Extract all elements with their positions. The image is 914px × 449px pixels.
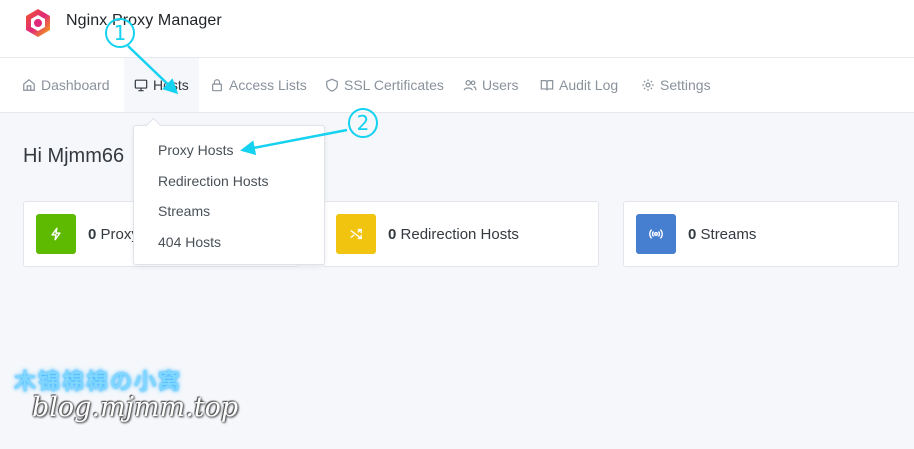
watermark-url: blog.mjmm.top	[32, 392, 239, 423]
streams-card[interactable]: 0 Streams	[623, 201, 899, 267]
nav-users[interactable]: Users	[463, 58, 519, 112]
proxy-hosts-card-text: 0 Proxy	[88, 226, 139, 243]
nav-dashboard-label: Dashboard	[41, 77, 110, 93]
nav-audit-log-label: Audit Log	[559, 77, 619, 93]
book-icon	[540, 80, 554, 91]
proxy-hosts-card-icon	[36, 214, 76, 254]
shield-icon	[326, 78, 338, 92]
nav-users-label: Users	[482, 77, 519, 93]
nav-ssl-certificates-label: SSL Certificates	[344, 77, 444, 93]
shuffle-icon	[350, 228, 362, 240]
hexagon-logo-icon[interactable]	[24, 8, 52, 38]
nav-dashboard[interactable]: Dashboard	[22, 58, 110, 112]
nav-settings-label: Settings	[660, 77, 711, 93]
redirection-hosts-card[interactable]: 0 Redirection Hosts	[323, 201, 599, 267]
hosts-dropdown-menu: Proxy Hosts Redirection Hosts Streams 40…	[133, 125, 325, 265]
nav-hosts-label: Hosts	[153, 76, 189, 93]
menu-item-streams[interactable]: Streams	[158, 203, 210, 219]
nav-settings[interactable]: Settings	[641, 58, 711, 112]
proxy-hosts-count: 0	[88, 226, 97, 243]
streams-card-text: 0 Streams	[688, 226, 756, 243]
nav-access-lists[interactable]: Access Lists	[210, 58, 307, 112]
streams-label: Streams	[700, 226, 757, 243]
streams-count: 0	[688, 226, 697, 243]
nav-access-lists-label: Access Lists	[229, 77, 307, 93]
redirection-hosts-card-icon	[336, 214, 376, 254]
monitor-icon	[134, 79, 148, 91]
nav-hosts[interactable]: Hosts	[124, 58, 199, 112]
menu-item-404-hosts[interactable]: 404 Hosts	[158, 234, 221, 250]
step-2-badge: 2	[348, 108, 378, 138]
home-icon	[23, 78, 35, 91]
lock-icon	[212, 79, 222, 92]
greeting-heading: Hi Mjmm66	[23, 145, 125, 167]
redirection-hosts-card-text: 0 Redirection Hosts	[388, 226, 519, 243]
nav-ssl-certificates[interactable]: SSL Certificates	[325, 58, 444, 112]
menu-item-redirection-hosts[interactable]: Redirection Hosts	[158, 173, 269, 189]
redirection-hosts-label: Redirection Hosts	[400, 226, 519, 243]
step-1-badge: 1	[105, 18, 135, 48]
main-nav: Dashboard Hosts Access Lists SSL Certifi…	[0, 58, 914, 113]
streams-card-icon	[636, 214, 676, 254]
lightning-icon	[51, 227, 61, 241]
radio-icon	[649, 229, 663, 239]
gear-icon	[642, 79, 654, 91]
nav-audit-log[interactable]: Audit Log	[540, 58, 618, 112]
users-icon	[463, 80, 477, 91]
app-header: Nginx Proxy Manager	[0, 0, 914, 58]
redirection-hosts-count: 0	[388, 226, 397, 243]
menu-item-proxy-hosts[interactable]: Proxy Hosts	[158, 142, 233, 158]
app-title[interactable]: Nginx Proxy Manager	[66, 12, 222, 30]
